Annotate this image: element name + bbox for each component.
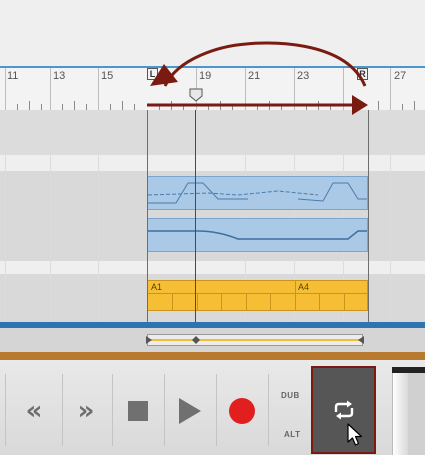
play-button[interactable] bbox=[166, 368, 214, 454]
song-position-line bbox=[195, 110, 196, 322]
play-icon bbox=[179, 398, 201, 424]
loop-recording-view: { "ruler": { "numbers": ["11", "13", "15… bbox=[0, 0, 425, 455]
side-panel bbox=[386, 367, 425, 455]
automation-clip[interactable] bbox=[147, 176, 368, 210]
ruler-number: 23 bbox=[297, 70, 310, 82]
panel-divider bbox=[0, 352, 425, 360]
song-position-marker[interactable] bbox=[189, 88, 203, 102]
ruler-number: 19 bbox=[199, 70, 212, 82]
rewind-icon: « bbox=[25, 396, 43, 426]
navigator-loop-range[interactable] bbox=[147, 334, 363, 346]
navigator-right-marker bbox=[358, 336, 364, 344]
right-locator-handle[interactable]: R bbox=[357, 68, 368, 80]
track-lanes: A1 A4 bbox=[0, 110, 425, 322]
ruler-number: 27 bbox=[394, 70, 407, 82]
right-locator-line bbox=[368, 110, 369, 322]
record-button[interactable] bbox=[218, 368, 266, 454]
timeline-ruler[interactable]: 11 13 15 19 21 23 27 L R bbox=[0, 66, 425, 110]
song-navigator[interactable] bbox=[0, 328, 425, 352]
mouse-cursor-icon bbox=[347, 423, 363, 446]
stop-icon bbox=[128, 401, 148, 421]
alt-button[interactable]: ALT bbox=[284, 430, 300, 439]
ruler-number: 11 bbox=[7, 70, 19, 82]
record-icon bbox=[229, 398, 255, 424]
fast-forward-icon: » bbox=[77, 396, 95, 426]
rewind-button[interactable]: « bbox=[10, 368, 58, 454]
ruler-number: 13 bbox=[53, 70, 66, 82]
note-clip-a1[interactable]: A1 A4 bbox=[147, 280, 368, 311]
left-locator-handle[interactable]: L bbox=[147, 68, 158, 80]
curve-clip[interactable] bbox=[147, 218, 368, 252]
loop-toggle-button[interactable] bbox=[311, 366, 376, 454]
loop-icon bbox=[334, 400, 353, 420]
stop-button[interactable] bbox=[114, 368, 162, 454]
navigator-position-marker bbox=[192, 336, 200, 344]
clip-label-a4: A4 bbox=[298, 282, 310, 292]
clip-label-a1: A1 bbox=[151, 282, 163, 292]
fast-forward-button[interactable]: » bbox=[62, 368, 110, 454]
navigator-left-marker bbox=[146, 336, 152, 344]
right-locator-label: R bbox=[359, 69, 366, 79]
left-locator-label: L bbox=[149, 69, 156, 79]
left-locator-line bbox=[147, 110, 148, 322]
dub-button[interactable]: DUB bbox=[281, 391, 300, 400]
ruler-number: 21 bbox=[248, 70, 261, 82]
ruler-number: 15 bbox=[101, 70, 114, 82]
toolbar-area bbox=[0, 0, 425, 66]
